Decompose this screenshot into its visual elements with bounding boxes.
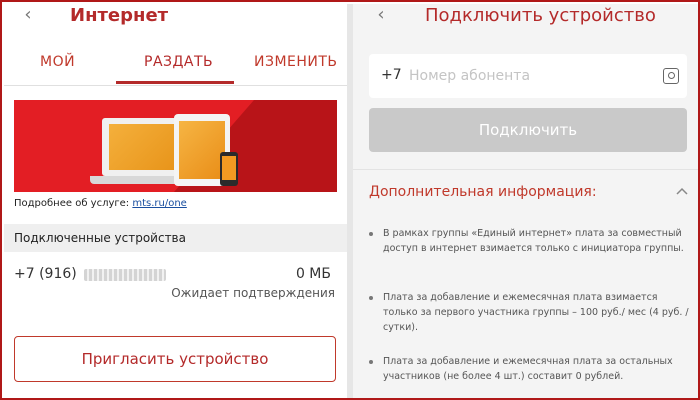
phone-prefix: +7 [381,67,402,83]
phone-number-input[interactable] [409,66,649,86]
tab-change[interactable]: ИЗМЕНИТЬ [254,54,338,70]
device-status: Ожидает подтверждения [171,286,335,300]
tab-share[interactable]: РАЗДАТЬ [144,54,213,70]
device-number: +7 (916) [14,266,77,282]
tablet-screen-illustration [179,121,225,179]
promo-banner [14,100,337,192]
active-tab-indicator [116,81,234,84]
screenshot-frame: ‹ Интернет МОЙ РАЗДАТЬ ИЗМЕНИТЬ Подробне… [0,0,700,400]
page-title: Подключить устройство [425,5,656,26]
bullet-dot-icon [369,232,373,236]
share-internet-screen: ‹ Интернет МОЙ РАЗДАТЬ ИЗМЕНИТЬ Подробне… [4,4,347,398]
header: ‹ Интернет [4,4,347,32]
bullet-dot-icon [369,296,373,300]
bullet-text: Плата за добавление и ежемесячная плата … [383,292,689,333]
contacts-icon[interactable] [663,68,679,84]
divider [353,169,698,170]
invite-device-button[interactable]: Пригласить устройство [14,336,336,382]
chevron-left-icon[interactable]: ‹ [371,6,391,26]
chevron-up-icon[interactable] [676,186,688,198]
additional-info-title[interactable]: Дополнительная информация: [369,184,597,200]
chevron-left-icon[interactable]: ‹ [18,6,38,26]
service-link[interactable]: mts.ru/one [132,198,186,209]
connect-button[interactable]: Подключить [369,108,687,152]
section-title: Подключенные устройства [14,231,186,245]
header: ‹ Подключить устройство [353,4,698,32]
service-info-line: Подробнее об услуге: mts.ru/one [14,198,187,209]
connected-devices-header: Подключенные устройства [4,224,347,252]
page-title: Интернет [70,5,169,26]
info-bullet: Плата за добавление и ежемесячная плата … [369,290,689,335]
masked-number [84,269,166,281]
laptop-screen-illustration [109,124,175,170]
service-info-label: Подробнее об услуге: [14,198,133,209]
info-bullet: Плата за добавление и ежемесячная плата … [369,354,689,384]
info-bullet: В рамках группы «Единый интернет» плата … [369,226,689,256]
phone-input-box: +7 [369,54,687,98]
tab-my[interactable]: МОЙ [40,54,75,70]
tab-bar: МОЙ РАЗДАТЬ ИЗМЕНИТЬ [4,44,347,86]
bullet-dot-icon [369,360,373,364]
device-traffic: 0 МБ [295,266,331,282]
connect-device-screen: ‹ Подключить устройство +7 Подключить До… [353,4,698,398]
bullet-text: В рамках группы «Единый интернет» плата … [383,228,684,254]
device-row[interactable]: +7 (916) 0 МБ Ожидает подтверждения [4,254,347,304]
bullet-text: Плата за добавление и ежемесячная плата … [383,356,673,382]
phone-screen-illustration [222,156,236,180]
